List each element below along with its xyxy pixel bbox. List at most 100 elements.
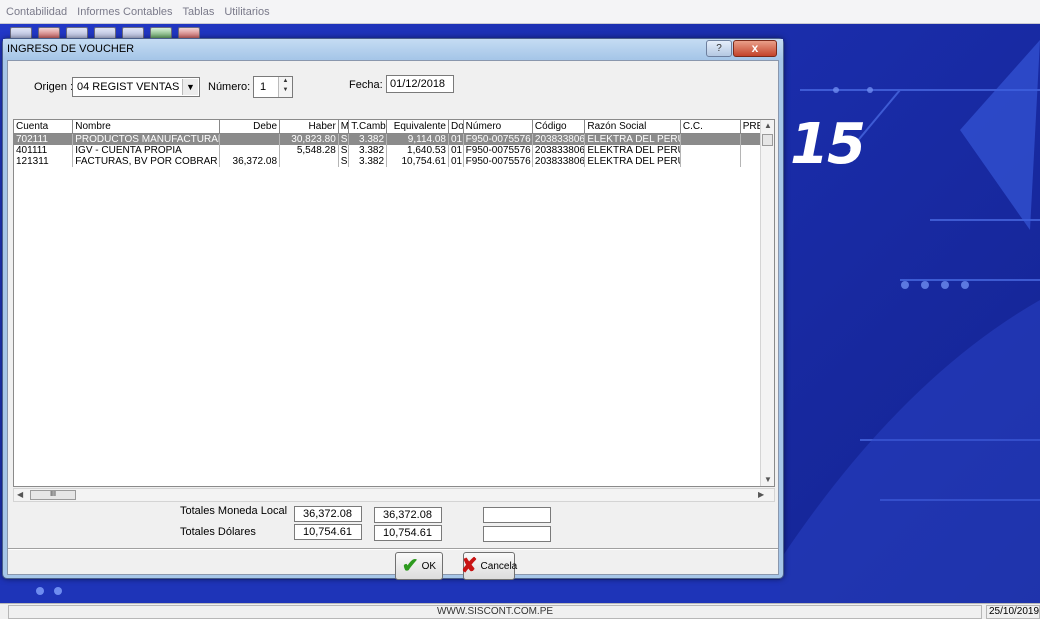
scroll-right-icon[interactable]: ▶ bbox=[758, 490, 764, 499]
col-do[interactable]: Do bbox=[448, 120, 464, 134]
table-row[interactable]: 401111 IGV - CUENTA PROPIA 5,548.28 S 3.… bbox=[14, 144, 767, 156]
chevron-down-icon[interactable]: ▼ bbox=[182, 79, 198, 95]
numero-stepper[interactable]: 1 ▲ ▼ bbox=[253, 76, 293, 98]
status-bar: WWW.SISCONT.COM.PE 25/10/2019 bbox=[0, 603, 1040, 619]
col-tcambio[interactable]: T.Cambio bbox=[348, 120, 388, 134]
cell-m[interactable]: S bbox=[338, 155, 350, 167]
vertical-scroll-thumb[interactable] bbox=[762, 134, 773, 146]
total-local-debe: 36,372.08 bbox=[294, 506, 362, 522]
menu-tablas[interactable]: Tablas bbox=[183, 6, 215, 18]
cell-debe[interactable]: 36,372.08 bbox=[219, 155, 281, 167]
cell-m[interactable]: S bbox=[338, 144, 350, 156]
cell-cuenta[interactable]: 702111 bbox=[14, 133, 74, 145]
cancel-x-icon: ✘ bbox=[460, 555, 478, 577]
ok-button[interactable]: ✔ OK bbox=[395, 552, 443, 580]
grid-horizontal-scrollbar[interactable]: ◀ III ▶ bbox=[13, 488, 775, 502]
cell-codigo[interactable]: 20383380643 bbox=[532, 133, 586, 145]
total-dolares-haber: 10,754.61 bbox=[374, 525, 442, 541]
col-cc[interactable]: C.C. bbox=[680, 120, 741, 134]
table-row[interactable]: 121311 FACTURAS, BV POR COBRAR M.N 36,37… bbox=[14, 155, 767, 167]
close-button[interactable]: x bbox=[733, 40, 777, 57]
cell-do[interactable]: 01 bbox=[448, 155, 464, 167]
origen-label: Origen : bbox=[34, 81, 74, 93]
cell-tcambio[interactable]: 3.382 bbox=[348, 144, 388, 156]
cell-numero[interactable]: F950-0075576 bbox=[463, 144, 533, 156]
col-numero[interactable]: Número bbox=[463, 120, 533, 134]
numero-label: Número: bbox=[208, 81, 251, 93]
cancel-button[interactable]: ✘ Cancela bbox=[460, 552, 518, 580]
help-button[interactable]: ? bbox=[706, 40, 732, 57]
col-nombre[interactable]: Nombre bbox=[72, 120, 221, 134]
cell-razon-social[interactable]: ELEKTRA DEL PERU S bbox=[584, 155, 681, 167]
col-cuenta[interactable]: Cuenta bbox=[14, 120, 74, 134]
total-local-extra bbox=[483, 507, 551, 523]
voucher-dialog: INGRESO DE VOUCHER ? x Origen : 04 REGIS… bbox=[2, 38, 784, 580]
total-local-haber: 36,372.08 bbox=[374, 507, 442, 523]
scroll-left-icon[interactable]: ◀ bbox=[17, 490, 23, 499]
grid-header: Cuenta Nombre Debe Haber M T.Cambio Equi… bbox=[14, 120, 767, 134]
menu-informes-contables[interactable]: Informes Contables bbox=[77, 6, 172, 18]
cell-tcambio[interactable]: 3.382 bbox=[348, 133, 388, 145]
menu-utilitarios[interactable]: Utilitarios bbox=[224, 6, 269, 18]
cell-m[interactable]: S bbox=[338, 133, 350, 145]
cell-codigo[interactable]: 20383380643 bbox=[532, 144, 586, 156]
col-debe[interactable]: Debe bbox=[219, 120, 281, 134]
cell-haber[interactable]: 30,823.80 bbox=[279, 133, 339, 145]
fecha-label: Fecha: bbox=[349, 79, 383, 91]
total-dolares-debe: 10,754.61 bbox=[294, 524, 362, 540]
cell-razon-social[interactable]: ELEKTRA DEL PERU S bbox=[584, 133, 681, 145]
spin-arrows-icon[interactable]: ▲ ▼ bbox=[278, 77, 292, 97]
main-menu-bar: Contabilidad Informes Contables Tablas U… bbox=[0, 0, 1040, 24]
title-buttons: ? x bbox=[706, 40, 777, 57]
cell-numero[interactable]: F950-0075576 bbox=[463, 133, 533, 145]
dialog-titlebar[interactable]: INGRESO DE VOUCHER bbox=[3, 39, 783, 59]
dialog-client-area: Origen : 04 REGIST VENTAS ▼ Número: 1 ▲ ▼… bbox=[7, 60, 779, 580]
cell-nombre[interactable]: PRODUCTOS MANUFACTURADOS bbox=[72, 133, 221, 145]
cell-debe[interactable] bbox=[219, 144, 281, 156]
cell-codigo[interactable]: 20383380643 bbox=[532, 155, 586, 167]
divider bbox=[8, 548, 778, 550]
cell-cc[interactable] bbox=[680, 144, 741, 156]
cell-cc[interactable] bbox=[680, 155, 741, 167]
numero-value: 1 bbox=[260, 81, 267, 93]
voucher-grid[interactable]: Cuenta Nombre Debe Haber M T.Cambio Equi… bbox=[13, 119, 775, 487]
ok-label: OK bbox=[421, 560, 437, 572]
cell-haber[interactable]: 5,548.28 bbox=[279, 144, 339, 156]
status-date: 25/10/2019 bbox=[986, 605, 1040, 619]
col-razon-social[interactable]: Razón Social bbox=[584, 120, 681, 134]
horizontal-scroll-thumb[interactable]: III bbox=[30, 490, 76, 500]
dialog-title: INGRESO DE VOUCHER bbox=[7, 43, 135, 55]
menu-contabilidad[interactable]: Contabilidad bbox=[6, 6, 67, 18]
total-dolares-extra bbox=[483, 526, 551, 542]
cell-numero[interactable]: F950-0075576 bbox=[463, 155, 533, 167]
cell-cc[interactable] bbox=[680, 133, 741, 145]
cell-cuenta[interactable]: 401111 bbox=[14, 144, 74, 156]
cell-nombre[interactable]: IGV - CUENTA PROPIA bbox=[72, 144, 221, 156]
cell-equivalente[interactable]: 1,640.53 bbox=[386, 144, 449, 156]
cell-haber[interactable] bbox=[279, 155, 339, 167]
background-logo-number: 15 bbox=[790, 112, 866, 177]
cancel-label: Cancela bbox=[480, 560, 518, 572]
cell-cuenta[interactable]: 121311 bbox=[14, 155, 74, 167]
fecha-field[interactable]: 01/12/2018 bbox=[386, 75, 454, 93]
cell-do[interactable]: 01 bbox=[448, 144, 464, 156]
col-m[interactable]: M bbox=[338, 120, 350, 134]
origen-dropdown[interactable]: 04 REGIST VENTAS ▼ bbox=[72, 77, 200, 97]
cell-debe[interactable] bbox=[219, 133, 281, 145]
col-codigo[interactable]: Código bbox=[532, 120, 586, 134]
totales-moneda-local-label: Totales Moneda Local bbox=[180, 505, 288, 517]
cell-nombre[interactable]: FACTURAS, BV POR COBRAR M.N bbox=[72, 155, 221, 167]
scroll-up-icon[interactable]: ▲ bbox=[764, 121, 772, 130]
cell-equivalente[interactable]: 10,754.61 bbox=[386, 155, 449, 167]
status-website: WWW.SISCONT.COM.PE bbox=[8, 605, 982, 619]
col-equivalente[interactable]: Equivalente bbox=[386, 120, 449, 134]
grid-vertical-scrollbar[interactable]: ▲ ▼ bbox=[760, 120, 774, 486]
table-row[interactable]: 702111 PRODUCTOS MANUFACTURADOS 30,823.8… bbox=[14, 133, 767, 145]
col-haber[interactable]: Haber bbox=[279, 120, 339, 134]
cell-razon-social[interactable]: ELEKTRA DEL PERU S bbox=[584, 144, 681, 156]
scroll-down-icon[interactable]: ▼ bbox=[764, 475, 772, 484]
cell-do[interactable]: 01 bbox=[448, 133, 464, 145]
cell-equivalente[interactable]: 9,114.08 bbox=[386, 133, 449, 145]
cell-tcambio[interactable]: 3.382 bbox=[348, 155, 388, 167]
voucher-table: Cuenta Nombre Debe Haber M T.Cambio Equi… bbox=[14, 120, 767, 167]
